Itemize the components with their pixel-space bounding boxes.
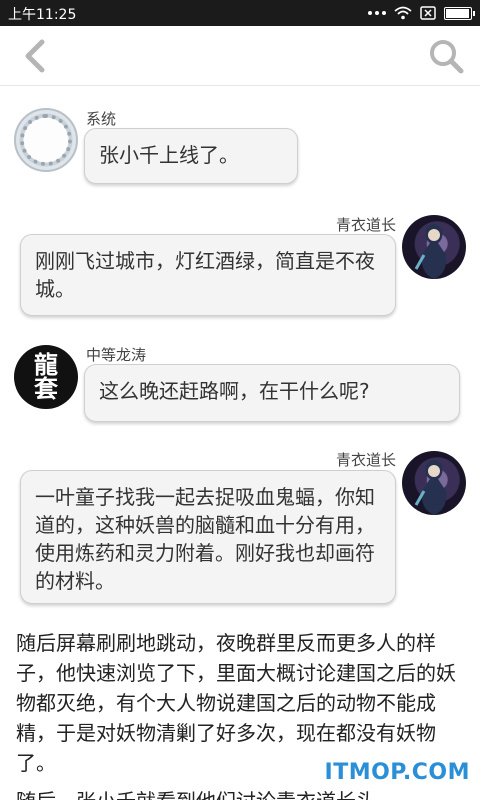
watermark: ITMOP.COM xyxy=(324,760,470,785)
no-sim-icon xyxy=(420,6,436,20)
message-bubble: 一叶童子找我一起去捉吸血鬼蝠，你知道的，这种妖兽的脑髓和血十分有用，使用炼药和灵… xyxy=(20,470,396,604)
wifi-icon xyxy=(394,6,412,20)
notification-dots-icon xyxy=(368,11,386,15)
status-bar: 上午11:25 xyxy=(0,0,480,26)
battery-icon xyxy=(444,6,475,20)
story-paragraph: 随后，张小千就看到他们讨论青衣道长头 xyxy=(16,786,468,800)
message-bubble: 刚刚飞过城市，灯红酒绿，简直是不夜城。 xyxy=(20,234,396,316)
avatar-glyph: 套 xyxy=(34,374,58,403)
sender-name: 系统 xyxy=(86,110,117,128)
chevron-left-icon[interactable] xyxy=(20,38,50,74)
figure-icon xyxy=(414,460,447,515)
message-bubble: 张小千上线了。 xyxy=(84,128,298,184)
taoist-avatar[interactable] xyxy=(402,215,466,279)
taoist-avatar[interactable] xyxy=(402,451,466,515)
status-time: 上午11:25 xyxy=(8,7,77,23)
figure-icon xyxy=(414,224,447,279)
dragon-avatar[interactable]: 龍 套 xyxy=(14,345,78,409)
app-bar xyxy=(0,26,480,86)
sender-name: 青衣道长 xyxy=(335,216,396,234)
sender-name: 中等龙涛 xyxy=(86,346,147,364)
message-bubble: 这么晚还赶路啊，在干什么呢? xyxy=(84,364,460,422)
system-avatar[interactable] xyxy=(14,108,78,172)
search-icon[interactable] xyxy=(428,38,464,74)
story-paragraph: 随后屏幕刷刷地跳动，夜晚群里反而更多人的样子，他快速浏览了下，里面大概讨论建国之… xyxy=(16,631,456,775)
status-icons xyxy=(368,5,475,21)
sender-name: 青衣道长 xyxy=(335,451,396,469)
